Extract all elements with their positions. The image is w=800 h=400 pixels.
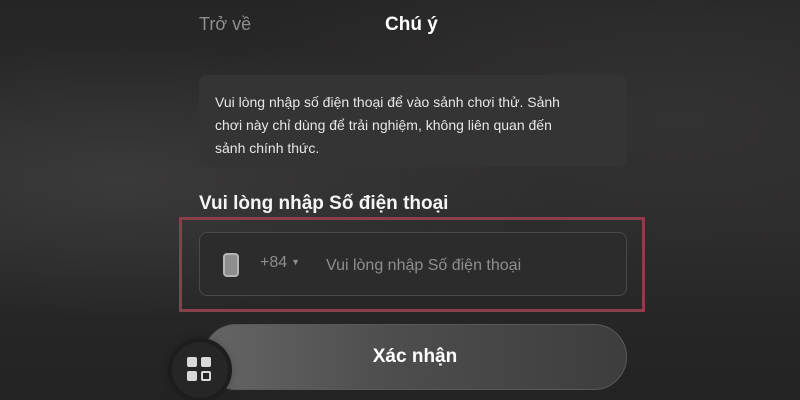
grid-square bbox=[187, 357, 197, 367]
country-code-select[interactable]: +84 ▼ bbox=[260, 254, 300, 272]
notice-box: Vui lòng nhập số điện thoại để vào sảnh … bbox=[199, 75, 627, 167]
phone-field[interactable]: +84 ▼ bbox=[199, 232, 627, 296]
grid-square bbox=[187, 371, 197, 381]
phone-icon bbox=[223, 253, 239, 277]
notice-line: Vui lòng nhập số điện thoại để vào sảnh … bbox=[215, 94, 560, 110]
confirm-button[interactable]: Xác nhận bbox=[203, 324, 627, 390]
caret-down-icon: ▼ bbox=[291, 257, 301, 267]
grid-square bbox=[201, 371, 211, 381]
back-button[interactable]: Trở về bbox=[199, 14, 251, 35]
phone-field-label: Vui lòng nhập Số điện thoại bbox=[199, 193, 449, 214]
notice-line: sảnh chính thức. bbox=[215, 140, 320, 156]
app-grid-icon[interactable] bbox=[172, 342, 228, 398]
country-code-value: +84 bbox=[260, 254, 288, 271]
page-title: Chú ý bbox=[385, 14, 438, 35]
notice-line: chơi này chỉ dùng để trải nghiệm, không … bbox=[215, 117, 552, 133]
phone-input[interactable] bbox=[324, 250, 618, 282]
grid-square bbox=[201, 357, 211, 367]
